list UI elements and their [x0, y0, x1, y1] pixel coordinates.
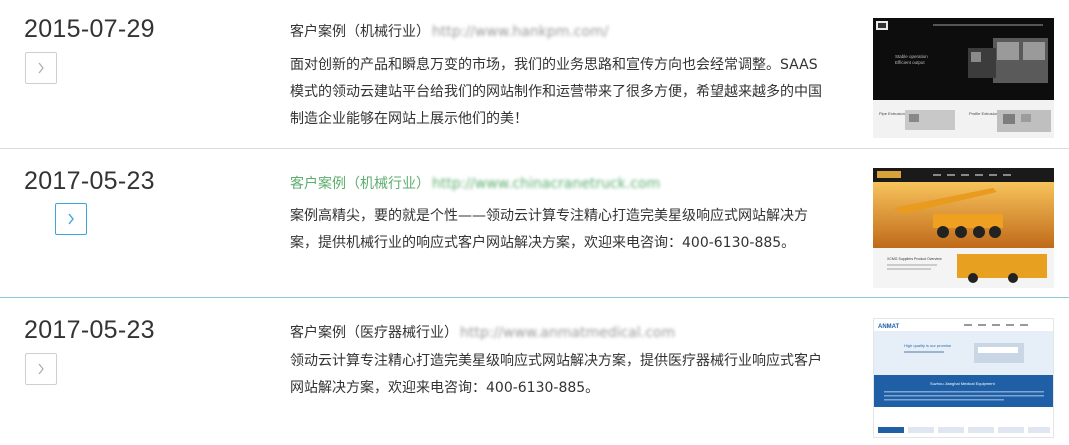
- case-url[interactable]: http://www.chinacranetruck.com: [432, 176, 660, 192]
- case-description: 领动云计算专注精心打造完美星级响应式网站解决方案，提供医疗器械行业响应式客户网站…: [290, 353, 822, 396]
- thumb-text: ANMAT: [878, 324, 900, 330]
- case-item: 2017-05-23 客户案例（机械行业） http://www.chinacra…: [0, 149, 1069, 297]
- chevron-right-icon: [38, 363, 44, 375]
- case-date: 2017-05-23: [24, 316, 155, 344]
- case-category[interactable]: 客户案例（医疗器械行业）: [290, 325, 458, 341]
- thumb-text: Suzhou Jianghai Medical Equipment: [930, 381, 996, 386]
- case-category[interactable]: 客户案例（机械行业）: [290, 176, 430, 192]
- thumb-text: Efficient output: [895, 60, 925, 65]
- case-item: 2015-07-29 客户案例（机械行业） http://www.hankpm.c…: [0, 0, 1069, 148]
- case-list: 2015-07-29 客户案例（机械行业） http://www.hankpm.c…: [0, 0, 1069, 445]
- case-description: 面对创新的产品和瞬息万变的市场，我们的业务思路和宣传方向也会经常调整。SAAS模…: [290, 57, 822, 127]
- case-item: 2017-05-23 客户案例（医疗器械行业） http://www.anmatm…: [0, 298, 1069, 445]
- view-case-button[interactable]: [55, 203, 87, 235]
- case-date: 2017-05-23: [24, 167, 155, 195]
- case-title[interactable]: 客户案例（机械行业） http://www.chinacranetruck.com: [290, 173, 660, 193]
- case-description: 案例高精尖，要的就是个性——领动云计算专注精心打造完美星级响应式网站解决方案，提…: [290, 208, 808, 251]
- view-case-button[interactable]: [25, 52, 57, 84]
- thumb-text: XCMG Suppliers Product Overview: [887, 257, 942, 261]
- case-url[interactable]: http://www.anmatmedical.com: [460, 325, 675, 341]
- case-screenshot-image: Stable operation Efficient output Pipe E…: [873, 18, 1054, 138]
- case-category[interactable]: 客户案例（机械行业）: [290, 24, 430, 40]
- chevron-right-icon: [38, 62, 44, 74]
- thumb-text: Stable operation: [895, 54, 928, 59]
- case-screenshot-image: ANMAT High quality is our promise Suzhou…: [874, 319, 1053, 437]
- case-title[interactable]: 客户案例（医疗器械行业） http://www.anmatmedical.com: [290, 322, 675, 342]
- thumb-text: High quality is our promise: [904, 343, 952, 348]
- case-title[interactable]: 客户案例（机械行业） http://www.hankpm.com/: [290, 21, 608, 41]
- case-thumbnail[interactable]: XCMG Suppliers Product Overview: [873, 168, 1054, 288]
- case-date: 2015-07-29: [24, 15, 155, 43]
- case-url[interactable]: http://www.hankpm.com/: [432, 24, 608, 40]
- case-thumbnail[interactable]: Stable operation Efficient output Pipe E…: [873, 18, 1054, 138]
- case-screenshot-image: XCMG Suppliers Product Overview: [873, 168, 1054, 288]
- case-thumbnail[interactable]: ANMAT High quality is our promise Suzhou…: [873, 318, 1054, 438]
- view-case-button[interactable]: [25, 353, 57, 385]
- chevron-right-icon: [68, 213, 74, 225]
